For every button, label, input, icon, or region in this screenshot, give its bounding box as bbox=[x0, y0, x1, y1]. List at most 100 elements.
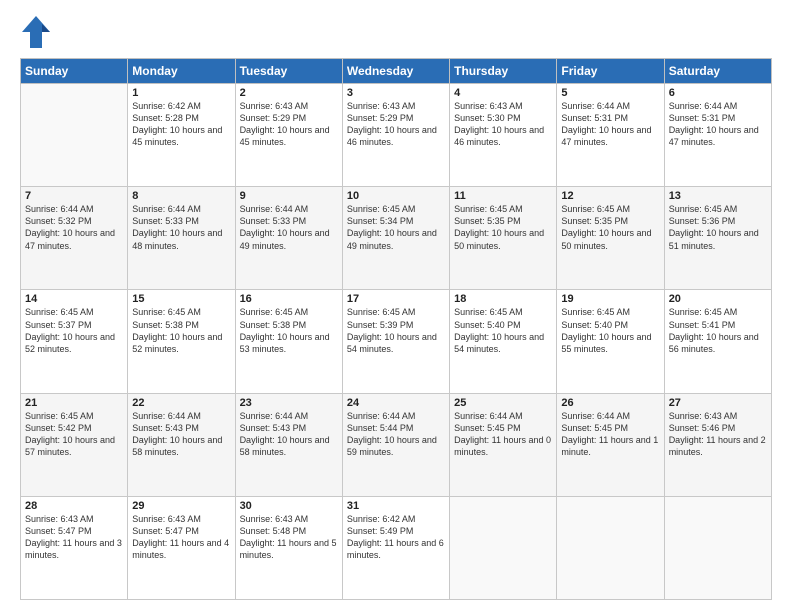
day-number: 19 bbox=[561, 293, 659, 305]
day-number: 9 bbox=[240, 190, 338, 202]
calendar-cell: 18Sunrise: 6:45 AMSunset: 5:40 PMDayligh… bbox=[450, 290, 557, 393]
calendar-cell: 9Sunrise: 6:44 AMSunset: 5:33 PMDaylight… bbox=[235, 187, 342, 290]
calendar-cell: 26Sunrise: 6:44 AMSunset: 5:45 PMDayligh… bbox=[557, 393, 664, 496]
calendar-cell bbox=[21, 84, 128, 187]
cell-sun-info: Sunrise: 6:45 AMSunset: 5:41 PMDaylight:… bbox=[669, 306, 767, 355]
cell-sun-info: Sunrise: 6:45 AMSunset: 5:36 PMDaylight:… bbox=[669, 203, 767, 252]
day-number: 24 bbox=[347, 397, 445, 409]
cell-sun-info: Sunrise: 6:45 AMSunset: 5:34 PMDaylight:… bbox=[347, 203, 445, 252]
cell-sun-info: Sunrise: 6:44 AMSunset: 5:31 PMDaylight:… bbox=[669, 100, 767, 149]
day-number: 2 bbox=[240, 87, 338, 99]
weekday-header-wednesday: Wednesday bbox=[342, 59, 449, 84]
calendar-cell: 1Sunrise: 6:42 AMSunset: 5:28 PMDaylight… bbox=[128, 84, 235, 187]
cell-sun-info: Sunrise: 6:42 AMSunset: 5:28 PMDaylight:… bbox=[132, 100, 230, 149]
calendar-cell: 22Sunrise: 6:44 AMSunset: 5:43 PMDayligh… bbox=[128, 393, 235, 496]
calendar-cell: 16Sunrise: 6:45 AMSunset: 5:38 PMDayligh… bbox=[235, 290, 342, 393]
calendar-table: SundayMondayTuesdayWednesdayThursdayFrid… bbox=[20, 58, 772, 600]
day-number: 5 bbox=[561, 87, 659, 99]
cell-sun-info: Sunrise: 6:43 AMSunset: 5:30 PMDaylight:… bbox=[454, 100, 552, 149]
calendar-cell: 21Sunrise: 6:45 AMSunset: 5:42 PMDayligh… bbox=[21, 393, 128, 496]
cell-sun-info: Sunrise: 6:44 AMSunset: 5:32 PMDaylight:… bbox=[25, 203, 123, 252]
cell-sun-info: Sunrise: 6:44 AMSunset: 5:43 PMDaylight:… bbox=[240, 410, 338, 459]
day-number: 23 bbox=[240, 397, 338, 409]
day-number: 11 bbox=[454, 190, 552, 202]
cell-sun-info: Sunrise: 6:45 AMSunset: 5:42 PMDaylight:… bbox=[25, 410, 123, 459]
cell-sun-info: Sunrise: 6:45 AMSunset: 5:35 PMDaylight:… bbox=[561, 203, 659, 252]
day-number: 21 bbox=[25, 397, 123, 409]
day-number: 18 bbox=[454, 293, 552, 305]
calendar-cell: 31Sunrise: 6:42 AMSunset: 5:49 PMDayligh… bbox=[342, 496, 449, 599]
weekday-header-saturday: Saturday bbox=[664, 59, 771, 84]
calendar-cell: 20Sunrise: 6:45 AMSunset: 5:41 PMDayligh… bbox=[664, 290, 771, 393]
cell-sun-info: Sunrise: 6:45 AMSunset: 5:40 PMDaylight:… bbox=[561, 306, 659, 355]
cell-sun-info: Sunrise: 6:43 AMSunset: 5:47 PMDaylight:… bbox=[25, 513, 123, 562]
day-number: 12 bbox=[561, 190, 659, 202]
day-number: 29 bbox=[132, 500, 230, 512]
cell-sun-info: Sunrise: 6:45 AMSunset: 5:39 PMDaylight:… bbox=[347, 306, 445, 355]
day-number: 27 bbox=[669, 397, 767, 409]
cell-sun-info: Sunrise: 6:44 AMSunset: 5:45 PMDaylight:… bbox=[454, 410, 552, 459]
calendar-cell: 23Sunrise: 6:44 AMSunset: 5:43 PMDayligh… bbox=[235, 393, 342, 496]
week-row-3: 14Sunrise: 6:45 AMSunset: 5:37 PMDayligh… bbox=[21, 290, 772, 393]
day-number: 10 bbox=[347, 190, 445, 202]
cell-sun-info: Sunrise: 6:43 AMSunset: 5:47 PMDaylight:… bbox=[132, 513, 230, 562]
calendar-cell: 25Sunrise: 6:44 AMSunset: 5:45 PMDayligh… bbox=[450, 393, 557, 496]
calendar-cell: 15Sunrise: 6:45 AMSunset: 5:38 PMDayligh… bbox=[128, 290, 235, 393]
calendar-cell: 13Sunrise: 6:45 AMSunset: 5:36 PMDayligh… bbox=[664, 187, 771, 290]
calendar-cell: 12Sunrise: 6:45 AMSunset: 5:35 PMDayligh… bbox=[557, 187, 664, 290]
cell-sun-info: Sunrise: 6:44 AMSunset: 5:43 PMDaylight:… bbox=[132, 410, 230, 459]
cell-sun-info: Sunrise: 6:45 AMSunset: 5:38 PMDaylight:… bbox=[132, 306, 230, 355]
cell-sun-info: Sunrise: 6:45 AMSunset: 5:40 PMDaylight:… bbox=[454, 306, 552, 355]
day-number: 13 bbox=[669, 190, 767, 202]
week-row-4: 21Sunrise: 6:45 AMSunset: 5:42 PMDayligh… bbox=[21, 393, 772, 496]
calendar-cell: 2Sunrise: 6:43 AMSunset: 5:29 PMDaylight… bbox=[235, 84, 342, 187]
logo-area bbox=[20, 16, 52, 48]
day-number: 1 bbox=[132, 87, 230, 99]
cell-sun-info: Sunrise: 6:44 AMSunset: 5:44 PMDaylight:… bbox=[347, 410, 445, 459]
cell-sun-info: Sunrise: 6:45 AMSunset: 5:35 PMDaylight:… bbox=[454, 203, 552, 252]
day-number: 22 bbox=[132, 397, 230, 409]
day-number: 4 bbox=[454, 87, 552, 99]
cell-sun-info: Sunrise: 6:44 AMSunset: 5:33 PMDaylight:… bbox=[132, 203, 230, 252]
cell-sun-info: Sunrise: 6:44 AMSunset: 5:31 PMDaylight:… bbox=[561, 100, 659, 149]
cell-sun-info: Sunrise: 6:43 AMSunset: 5:46 PMDaylight:… bbox=[669, 410, 767, 459]
logo-text bbox=[20, 16, 52, 48]
day-number: 7 bbox=[25, 190, 123, 202]
calendar-cell: 24Sunrise: 6:44 AMSunset: 5:44 PMDayligh… bbox=[342, 393, 449, 496]
cell-sun-info: Sunrise: 6:44 AMSunset: 5:33 PMDaylight:… bbox=[240, 203, 338, 252]
day-number: 15 bbox=[132, 293, 230, 305]
day-number: 28 bbox=[25, 500, 123, 512]
logo-icon bbox=[22, 16, 50, 48]
calendar-cell: 10Sunrise: 6:45 AMSunset: 5:34 PMDayligh… bbox=[342, 187, 449, 290]
weekday-header-thursday: Thursday bbox=[450, 59, 557, 84]
calendar-cell: 5Sunrise: 6:44 AMSunset: 5:31 PMDaylight… bbox=[557, 84, 664, 187]
calendar-cell: 17Sunrise: 6:45 AMSunset: 5:39 PMDayligh… bbox=[342, 290, 449, 393]
weekday-header-tuesday: Tuesday bbox=[235, 59, 342, 84]
week-row-2: 7Sunrise: 6:44 AMSunset: 5:32 PMDaylight… bbox=[21, 187, 772, 290]
day-number: 17 bbox=[347, 293, 445, 305]
day-number: 20 bbox=[669, 293, 767, 305]
calendar-cell: 4Sunrise: 6:43 AMSunset: 5:30 PMDaylight… bbox=[450, 84, 557, 187]
weekday-header-friday: Friday bbox=[557, 59, 664, 84]
day-number: 14 bbox=[25, 293, 123, 305]
cell-sun-info: Sunrise: 6:45 AMSunset: 5:38 PMDaylight:… bbox=[240, 306, 338, 355]
calendar-cell: 29Sunrise: 6:43 AMSunset: 5:47 PMDayligh… bbox=[128, 496, 235, 599]
calendar-cell bbox=[557, 496, 664, 599]
calendar-cell: 14Sunrise: 6:45 AMSunset: 5:37 PMDayligh… bbox=[21, 290, 128, 393]
weekday-header-sunday: Sunday bbox=[21, 59, 128, 84]
cell-sun-info: Sunrise: 6:42 AMSunset: 5:49 PMDaylight:… bbox=[347, 513, 445, 562]
page: SundayMondayTuesdayWednesdayThursdayFrid… bbox=[0, 0, 792, 612]
day-number: 26 bbox=[561, 397, 659, 409]
calendar-cell: 8Sunrise: 6:44 AMSunset: 5:33 PMDaylight… bbox=[128, 187, 235, 290]
calendar-cell: 19Sunrise: 6:45 AMSunset: 5:40 PMDayligh… bbox=[557, 290, 664, 393]
day-number: 8 bbox=[132, 190, 230, 202]
calendar-cell: 7Sunrise: 6:44 AMSunset: 5:32 PMDaylight… bbox=[21, 187, 128, 290]
calendar-cell: 30Sunrise: 6:43 AMSunset: 5:48 PMDayligh… bbox=[235, 496, 342, 599]
calendar-cell: 6Sunrise: 6:44 AMSunset: 5:31 PMDaylight… bbox=[664, 84, 771, 187]
day-number: 6 bbox=[669, 87, 767, 99]
week-row-1: 1Sunrise: 6:42 AMSunset: 5:28 PMDaylight… bbox=[21, 84, 772, 187]
day-number: 30 bbox=[240, 500, 338, 512]
week-row-5: 28Sunrise: 6:43 AMSunset: 5:47 PMDayligh… bbox=[21, 496, 772, 599]
calendar-cell bbox=[664, 496, 771, 599]
cell-sun-info: Sunrise: 6:44 AMSunset: 5:45 PMDaylight:… bbox=[561, 410, 659, 459]
